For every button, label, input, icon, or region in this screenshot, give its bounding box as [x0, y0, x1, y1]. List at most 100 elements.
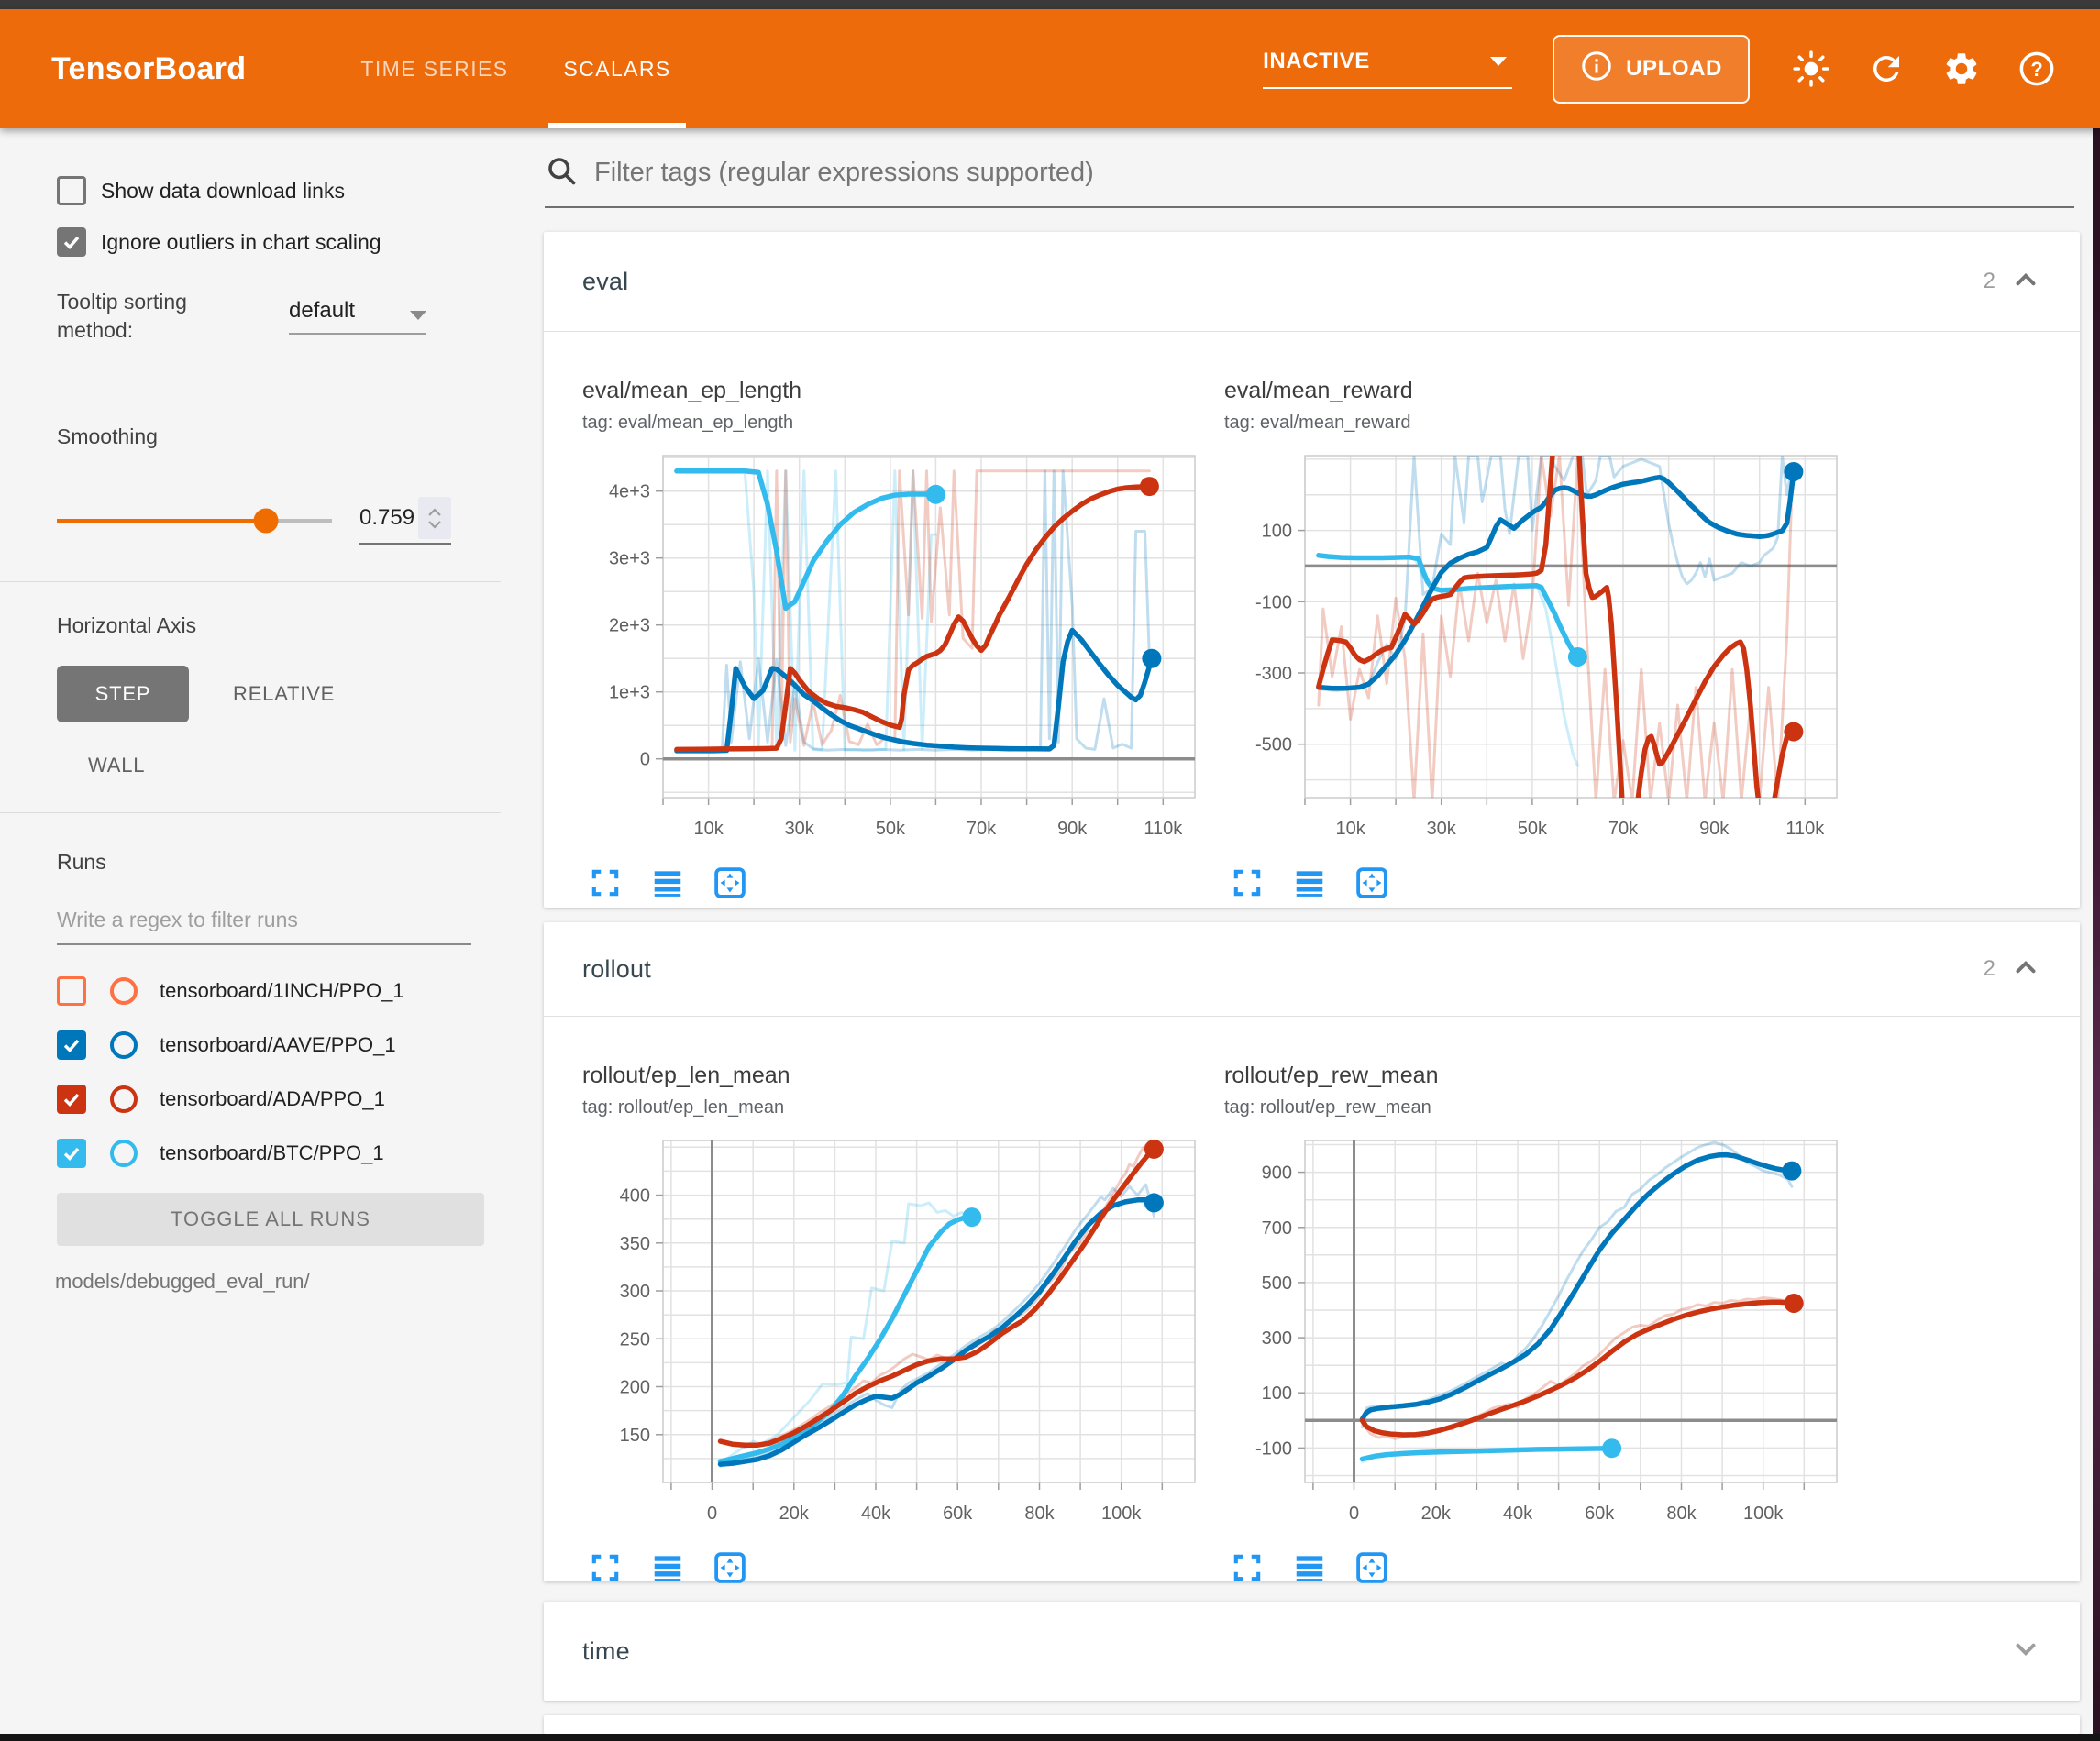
- section-header-eval[interactable]: eval 2: [544, 232, 2080, 332]
- runs-filter-input[interactable]: Write a regex to filter runs: [57, 908, 471, 945]
- run-item[interactable]: tensorboard/ADA/PPO_1: [57, 1085, 486, 1114]
- data-table-icon[interactable]: [650, 1550, 685, 1590]
- chart-tag: tag: rollout/ep_len_mean: [582, 1097, 1224, 1118]
- runs-label: Runs: [57, 850, 486, 875]
- upload-button-label: UPLOAD: [1626, 56, 1722, 82]
- smoothing-label: Smoothing: [57, 424, 486, 449]
- app-logo: TensorBoard: [51, 51, 246, 87]
- settings-gear-icon[interactable]: [1942, 50, 1981, 88]
- svg-text:110k: 110k: [1144, 819, 1183, 839]
- section-card-time: time: [544, 1602, 2080, 1701]
- data-table-icon[interactable]: [1292, 865, 1327, 905]
- status-dropdown-value: INACTIVE: [1263, 49, 1370, 74]
- chevron-up-icon[interactable]: [2010, 952, 2041, 987]
- section-header-rollout[interactable]: rollout 2: [544, 922, 2080, 1017]
- chart-title: rollout/ep_len_mean: [582, 1063, 1224, 1089]
- scrollbar[interactable]: [2093, 128, 2100, 1734]
- svg-text:350: 350: [620, 1234, 650, 1254]
- data-table-icon[interactable]: [1292, 1550, 1327, 1590]
- filter-tags-placeholder: Filter tags (regular expressions support…: [594, 158, 1094, 188]
- chevron-up-icon[interactable]: [2010, 264, 2041, 300]
- svg-text:2e+3: 2e+3: [609, 616, 650, 636]
- line-chart[interactable]: 01e+32e+33e+34e+310k30k50k70k90k110k: [582, 445, 1206, 853]
- chevron-down-icon: [1490, 57, 1507, 66]
- run-checkbox[interactable]: [57, 976, 86, 1006]
- fullscreen-icon[interactable]: [1230, 865, 1265, 905]
- run-checkbox[interactable]: [57, 1030, 86, 1060]
- spinner-stepper[interactable]: [418, 497, 451, 539]
- fullscreen-icon[interactable]: [1230, 1550, 1265, 1590]
- run-color-circle[interactable]: [110, 1031, 138, 1059]
- run-checkbox[interactable]: [57, 1085, 86, 1114]
- status-dropdown[interactable]: INACTIVE: [1263, 49, 1512, 89]
- run-color-circle[interactable]: [110, 1085, 138, 1113]
- fit-to-view-icon[interactable]: [713, 865, 747, 905]
- fullscreen-icon[interactable]: [588, 865, 623, 905]
- data-table-icon[interactable]: [650, 865, 685, 905]
- svg-text:10k: 10k: [693, 819, 724, 839]
- chart-tag: tag: rollout/ep_rew_mean: [1224, 1097, 1866, 1118]
- section-header-time[interactable]: time: [544, 1602, 2080, 1701]
- fit-to-view-icon[interactable]: [1354, 865, 1389, 905]
- run-checkbox[interactable]: [57, 1139, 86, 1168]
- axis-step-button[interactable]: STEP: [57, 666, 189, 722]
- header-controls: INACTIVE UPLOAD ?: [1263, 35, 2056, 104]
- svg-text:30k: 30k: [1427, 819, 1457, 839]
- svg-text:50k: 50k: [1518, 819, 1548, 839]
- line-chart[interactable]: 150200250300350400020k40k60k80k100k: [582, 1129, 1206, 1537]
- chart-title: eval/mean_ep_length: [582, 378, 1224, 404]
- refresh-icon[interactable]: [1867, 50, 1906, 88]
- svg-text:400: 400: [620, 1186, 650, 1207]
- brightness-icon[interactable]: [1792, 50, 1830, 88]
- upload-button[interactable]: UPLOAD: [1553, 35, 1750, 104]
- run-item[interactable]: tensorboard/BTC/PPO_1: [57, 1139, 486, 1168]
- svg-text:110k: 110k: [1785, 819, 1825, 839]
- axis-wall-button[interactable]: WALL: [88, 754, 486, 777]
- run-color-circle[interactable]: [110, 977, 138, 1005]
- window-bottom-bar: [0, 1734, 2100, 1741]
- line-chart[interactable]: -100100300500700900020k40k60k80k100k: [1224, 1129, 1848, 1537]
- fit-to-view-icon[interactable]: [1354, 1550, 1389, 1590]
- svg-text:70k: 70k: [1608, 819, 1639, 839]
- show-download-links-checkbox[interactable]: [57, 176, 86, 205]
- fullscreen-icon[interactable]: [588, 1550, 623, 1590]
- filter-tags-input[interactable]: Filter tags (regular expressions support…: [545, 154, 2074, 208]
- chart-title: rollout/ep_rew_mean: [1224, 1063, 1866, 1089]
- svg-text:100: 100: [1262, 1383, 1292, 1404]
- svg-text:10k: 10k: [1335, 819, 1365, 839]
- tab-time-series[interactable]: TIME SERIES: [333, 9, 536, 128]
- run-name: tensorboard/BTC/PPO_1: [160, 1141, 384, 1165]
- chart-eval-mean-reward: eval/mean_reward tag: eval/mean_reward 1…: [1224, 378, 1866, 905]
- chart-eval-mean-ep-length: eval/mean_ep_length tag: eval/mean_ep_le…: [582, 378, 1224, 905]
- svg-text:0: 0: [1349, 1504, 1359, 1524]
- svg-text:300: 300: [1262, 1328, 1292, 1349]
- svg-text:700: 700: [1262, 1218, 1292, 1239]
- toggle-all-runs-button[interactable]: TOGGLE ALL RUNS: [57, 1193, 484, 1246]
- svg-text:500: 500: [1262, 1273, 1292, 1294]
- section-card-eval: eval 2 eval/mean_ep_length tag: eval/mea…: [544, 232, 2080, 908]
- chevron-down-icon[interactable]: [2010, 1634, 2041, 1669]
- tab-scalars[interactable]: SCALARS: [536, 9, 698, 128]
- svg-text:-300: -300: [1255, 664, 1292, 684]
- run-name: tensorboard/ADA/PPO_1: [160, 1087, 385, 1111]
- smoothing-value-input[interactable]: 0.759: [359, 497, 451, 545]
- horizontal-axis-label: Horizontal Axis: [57, 613, 486, 638]
- smoothing-slider[interactable]: [57, 519, 332, 523]
- svg-text:100k: 100k: [1743, 1504, 1784, 1524]
- smoothing-slider-handle[interactable]: [253, 509, 278, 534]
- ignore-outliers-checkbox[interactable]: [57, 227, 86, 257]
- tooltip-sorting-select[interactable]: default: [289, 298, 426, 335]
- smoothing-value: 0.759: [359, 505, 418, 531]
- fit-to-view-icon[interactable]: [713, 1550, 747, 1590]
- show-download-links-row[interactable]: Show data download links: [57, 176, 486, 205]
- run-item[interactable]: tensorboard/1INCH/PPO_1: [57, 976, 486, 1006]
- line-chart[interactable]: 100-100-300-50010k30k50k70k90k110k: [1224, 445, 1848, 853]
- svg-text:90k: 90k: [1057, 819, 1088, 839]
- help-icon[interactable]: ?: [2017, 50, 2056, 88]
- run-color-circle[interactable]: [110, 1140, 138, 1167]
- axis-relative-button[interactable]: RELATIVE: [233, 682, 335, 706]
- run-name: tensorboard/AAVE/PPO_1: [160, 1033, 396, 1057]
- run-item[interactable]: tensorboard/AAVE/PPO_1: [57, 1030, 486, 1060]
- ignore-outliers-row[interactable]: Ignore outliers in chart scaling: [57, 227, 486, 257]
- smoothing-slider-fill: [57, 519, 266, 523]
